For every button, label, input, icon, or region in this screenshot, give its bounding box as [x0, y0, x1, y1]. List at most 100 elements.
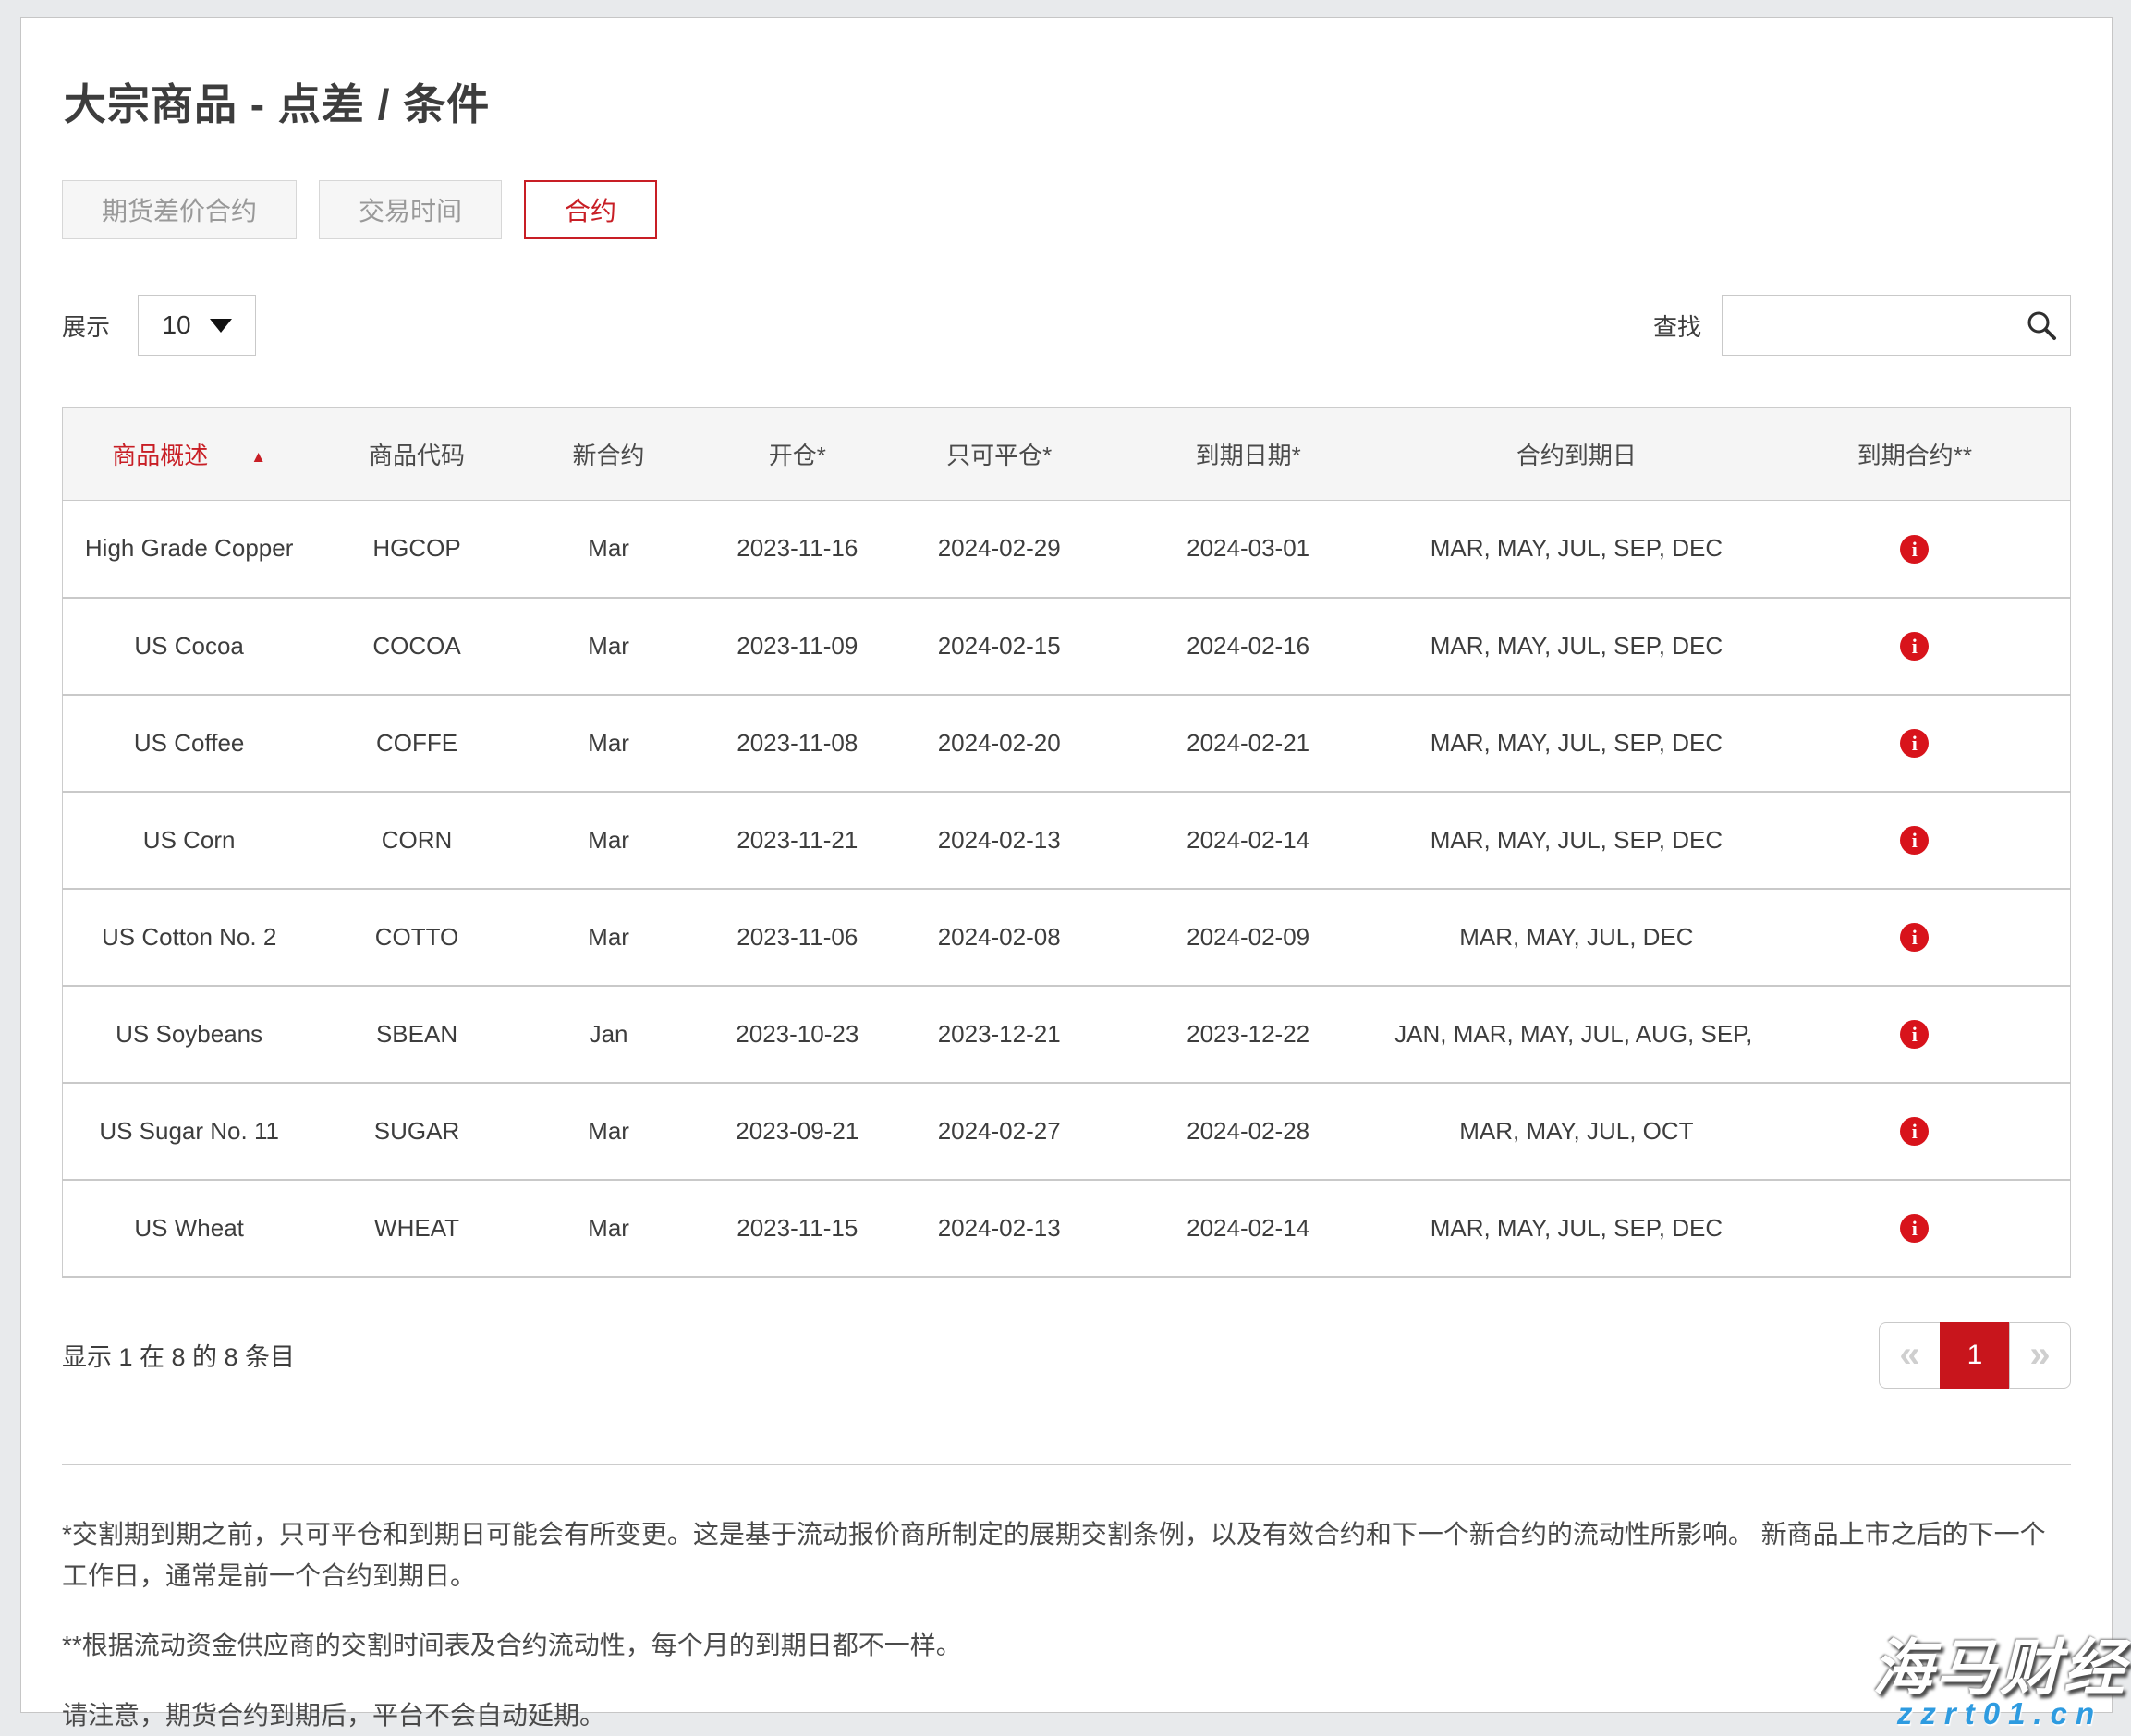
- entries-summary: 显示 1 在 8 的 8 条目: [62, 1337, 295, 1373]
- table-row: US WheatWHEATMar2023-11-152024-02-132024…: [63, 1180, 2071, 1277]
- cell-new_contract: Mar: [518, 889, 700, 986]
- cell-expiry_date: 2023-12-22: [1102, 986, 1394, 1083]
- cell-open_date: 2023-11-21: [699, 792, 895, 889]
- cell-code: COFFE: [315, 695, 518, 792]
- info-icon[interactable]: i: [1900, 729, 1929, 758]
- footnotes: *交割期到期之前，只可平仓和到期日可能会有所变更。这是基于流动报价商所制定的展期…: [62, 1513, 2071, 1736]
- table-row: US CocoaCOCOAMar2023-11-092024-02-152024…: [63, 598, 2071, 695]
- sort-asc-icon: ▲: [250, 448, 266, 466]
- cell-open_date: 2023-10-23: [699, 986, 895, 1083]
- commodities-table: 商品概述▲商品代码新合约开仓*只可平仓*到期日期*合约到期日到期合约** Hig…: [62, 407, 2071, 1278]
- cell-close_only_date: 2024-02-08: [895, 889, 1102, 986]
- column-header-info[interactable]: 到期合约**: [1760, 408, 2071, 501]
- column-header-new_contract[interactable]: 新合约: [518, 408, 700, 501]
- cell-contract_months: MAR, MAY, JUL, SEP, DEC: [1394, 1180, 1759, 1277]
- table-row: US CornCORNMar2023-11-212024-02-132024-0…: [63, 792, 2071, 889]
- search-input[interactable]: [1722, 295, 2071, 356]
- table-footer: 显示 1 在 8 的 8 条目 « 1 »: [62, 1322, 2071, 1389]
- cell-new_contract: Mar: [518, 501, 700, 598]
- tab-trading-hours[interactable]: 交易时间: [319, 180, 502, 239]
- cell-new_contract: Mar: [518, 1180, 700, 1277]
- info-icon[interactable]: i: [1900, 1214, 1929, 1243]
- tab-futures-cfd[interactable]: 期货差价合约: [62, 180, 297, 239]
- cell-expiry_date: 2024-02-16: [1102, 598, 1394, 695]
- cell-close_only_date: 2024-02-13: [895, 792, 1102, 889]
- cell-contract_months: MAR, MAY, JUL, SEP, DEC: [1394, 792, 1759, 889]
- cell-contract_months: MAR, MAY, JUL, OCT: [1394, 1083, 1759, 1180]
- cell-open_date: 2023-11-15: [699, 1180, 895, 1277]
- cell-info: i: [1760, 598, 2071, 695]
- table-controls: 展示 10 查找: [62, 295, 2071, 356]
- cell-code: HGCOP: [315, 501, 518, 598]
- cell-code: COTTO: [315, 889, 518, 986]
- footnote-2: **根据流动资金供应商的交割时间表及合约流动性，每个月的到期日都不一样。: [62, 1624, 2071, 1666]
- info-icon[interactable]: i: [1900, 1020, 1929, 1049]
- cell-close_only_date: 2024-02-29: [895, 501, 1102, 598]
- cell-info: i: [1760, 1083, 2071, 1180]
- footnote-1: *交割期到期之前，只可平仓和到期日可能会有所变更。这是基于流动报价商所制定的展期…: [62, 1513, 2071, 1597]
- column-header-open_date[interactable]: 开仓*: [699, 408, 895, 501]
- cell-new_contract: Mar: [518, 792, 700, 889]
- table-row: US Cotton No. 2COTTOMar2023-11-062024-02…: [63, 889, 2071, 986]
- info-icon[interactable]: i: [1900, 826, 1929, 855]
- cell-open_date: 2023-11-08: [699, 695, 895, 792]
- column-header-contract_months[interactable]: 合约到期日: [1394, 408, 1759, 501]
- cell-contract_months: MAR, MAY, JUL, SEP, DEC: [1394, 598, 1759, 695]
- info-icon[interactable]: i: [1900, 632, 1929, 661]
- table-row: US CoffeeCOFFEMar2023-11-082024-02-20202…: [63, 695, 2071, 792]
- cell-code: SBEAN: [315, 986, 518, 1083]
- cell-new_contract: Mar: [518, 695, 700, 792]
- table-body: High Grade CopperHGCOPMar2023-11-162024-…: [63, 501, 2071, 1277]
- column-header-expiry_date[interactable]: 到期日期*: [1102, 408, 1394, 501]
- cell-code: SUGAR: [315, 1083, 518, 1180]
- pagination: « 1 »: [1879, 1322, 2071, 1389]
- cell-expiry_date: 2024-02-21: [1102, 695, 1394, 792]
- cell-name: US Wheat: [63, 1180, 316, 1277]
- tab-contracts[interactable]: 合约: [524, 180, 657, 239]
- cell-close_only_date: 2023-12-21: [895, 986, 1102, 1083]
- page-title: 大宗商品 - 点差 / 条件: [64, 71, 2071, 132]
- cell-contract_months: MAR, MAY, JUL, SEP, DEC: [1394, 695, 1759, 792]
- column-header-code[interactable]: 商品代码: [315, 408, 518, 501]
- cell-open_date: 2023-11-06: [699, 889, 895, 986]
- info-icon[interactable]: i: [1900, 1117, 1929, 1146]
- search-label: 查找: [1653, 309, 1701, 343]
- cell-expiry_date: 2024-02-28: [1102, 1083, 1394, 1180]
- cell-new_contract: Mar: [518, 598, 700, 695]
- pagination-prev-button[interactable]: «: [1879, 1322, 1941, 1389]
- cell-info: i: [1760, 501, 2071, 598]
- footnote-3: 请注意，期货合约到期后，平台不会自动延期。: [62, 1694, 2071, 1736]
- page-size-select[interactable]: 10: [138, 295, 256, 356]
- column-header-name[interactable]: 商品概述▲: [63, 408, 316, 501]
- cell-name: US Coffee: [63, 695, 316, 792]
- info-icon[interactable]: i: [1900, 923, 1929, 952]
- cell-name: US Corn: [63, 792, 316, 889]
- content-card: 大宗商品 - 点差 / 条件 期货差价合约交易时间合约 展示 10 查找: [20, 17, 2113, 1713]
- cell-new_contract: Mar: [518, 1083, 700, 1180]
- cell-info: i: [1760, 695, 2071, 792]
- cell-open_date: 2023-09-21: [699, 1083, 895, 1180]
- cell-name: US Sugar No. 11: [63, 1083, 316, 1180]
- cell-open_date: 2023-11-16: [699, 501, 895, 598]
- watermark-domain: zzrt01.cn: [1872, 1696, 2127, 1731]
- cell-expiry_date: 2024-02-14: [1102, 1180, 1394, 1277]
- table-row: High Grade CopperHGCOPMar2023-11-162024-…: [63, 501, 2071, 598]
- pagination-page-1-button[interactable]: 1: [1940, 1322, 2010, 1389]
- cell-code: WHEAT: [315, 1180, 518, 1277]
- table-row: US Sugar No. 11SUGARMar2023-09-21 2024-02…: [63, 1083, 2071, 1180]
- table-header-row: 商品概述▲商品代码新合约开仓*只可平仓*到期日期*合约到期日到期合约**: [63, 408, 2071, 501]
- cell-name: High Grade Copper: [63, 501, 316, 598]
- page-size-value: 10: [162, 310, 190, 340]
- cell-code: CORN: [315, 792, 518, 889]
- cell-name: US Soybeans: [63, 986, 316, 1083]
- column-header-close_only_date[interactable]: 只可平仓*: [895, 408, 1102, 501]
- search-area: 查找: [1653, 295, 2071, 356]
- info-icon[interactable]: i: [1900, 535, 1929, 564]
- search-box: [1722, 295, 2071, 356]
- table-row: US SoybeansSBEANJan2023-10-232023-12-212…: [63, 986, 2071, 1083]
- pagination-next-button[interactable]: »: [2009, 1322, 2071, 1389]
- cell-contract_months: JAN, MAR, MAY, JUL, AUG, SEP, NOV: [1394, 986, 1759, 1083]
- tab-bar: 期货差价合约交易时间合约: [62, 180, 2071, 239]
- cell-expiry_date: 2024-02-09: [1102, 889, 1394, 986]
- divider: [62, 1464, 2071, 1465]
